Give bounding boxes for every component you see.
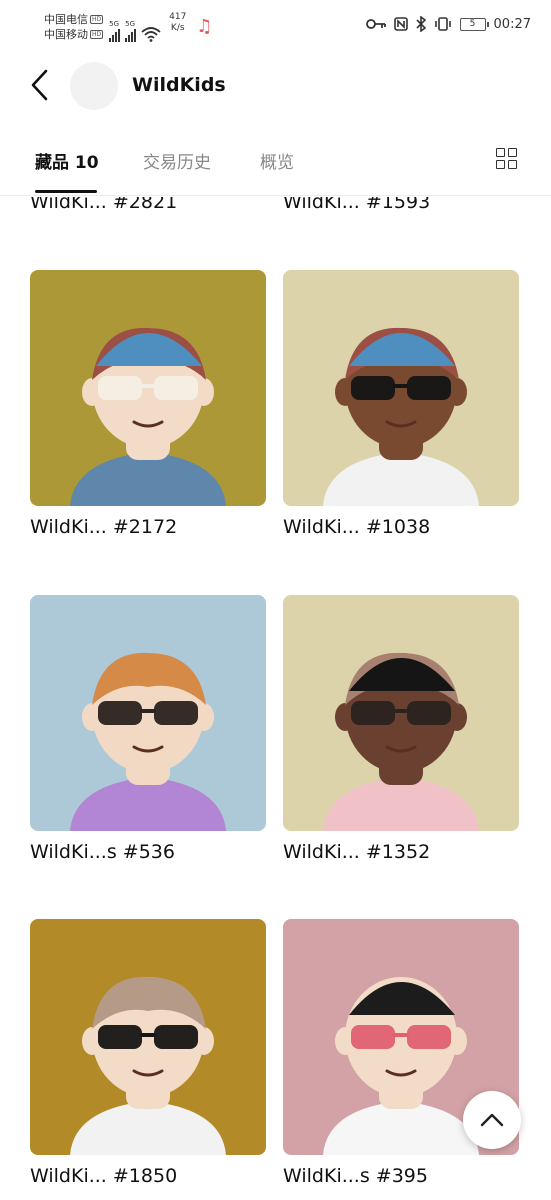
carrier-1: 中国电信 [44, 13, 88, 26]
character-illustration [323, 327, 479, 506]
collection-grid: WildKi... #2821 WildKi... #1593 WildKi..… [0, 197, 551, 1200]
scroll-to-top-button[interactable] [463, 1091, 521, 1149]
tab-collection[interactable]: 藏品 10 [35, 148, 99, 173]
character-illustration [70, 976, 226, 1155]
item-name[interactable]: WildKi... #2821 [30, 197, 177, 213]
item-name[interactable]: WildKi... #1850 [30, 1165, 266, 1187]
item-name[interactable]: WildKi... #1352 [283, 841, 519, 863]
speed-value: 417 [169, 12, 187, 22]
item-name[interactable]: WildKi... #1593 [283, 197, 430, 213]
nft-image[interactable] [283, 595, 519, 831]
hd-badge-1: HD [90, 15, 104, 24]
grid-view-icon[interactable] [496, 148, 518, 170]
nft-card[interactable]: WildKi... #1038 [283, 270, 519, 538]
nft-card[interactable]: WildKi... #1850 [30, 919, 266, 1187]
carrier-info: 中国电信 HD 中国移动 HD [44, 12, 104, 42]
item-name[interactable]: WildKi... #2172 [30, 516, 266, 538]
item-name[interactable]: WildKi...s #395 [283, 1165, 519, 1187]
bluetooth-icon [415, 16, 426, 32]
item-name[interactable]: WildKi...s #536 [30, 841, 266, 863]
chevron-left-icon[interactable] [28, 68, 52, 102]
chevron-up-icon [480, 1113, 504, 1127]
signal-icons: 5G 5G [109, 12, 161, 42]
collection-avatar[interactable] [70, 62, 118, 110]
nft-card[interactable]: WildKi... #1352 [283, 595, 519, 863]
nft-card[interactable]: WildKi... #2172 [30, 270, 266, 538]
signal-strength-icon [109, 28, 121, 42]
nft-image[interactable] [30, 270, 266, 506]
nft-card[interactable]: WildKi...s #536 [30, 595, 266, 863]
active-tab-indicator [35, 190, 97, 193]
carrier-2: 中国移动 [44, 28, 88, 41]
network-type-1: 5G [109, 20, 120, 28]
battery-icon: 5 [459, 17, 489, 31]
character-illustration [323, 652, 479, 831]
tab-overview[interactable]: 概览 [260, 148, 294, 173]
nft-image[interactable] [30, 595, 266, 831]
header: WildKids [0, 56, 551, 116]
tab-bar: 藏品 10 交易历史 概览 [0, 130, 551, 196]
signal-strength-icon [125, 28, 137, 42]
nft-image[interactable] [30, 919, 266, 1155]
vibrate-icon [434, 17, 451, 31]
character-illustration [70, 327, 226, 506]
status-bar: 中国电信 HD 中国移动 HD 5G 5G 417 K/s ♫ 5 00:27 [0, 0, 551, 56]
music-note-icon: ♫ [196, 16, 213, 37]
wifi-icon [141, 27, 161, 42]
network-type-2: 5G [125, 20, 136, 28]
key-icon [365, 19, 386, 29]
character-illustration [70, 652, 226, 831]
speed-unit: K/s [170, 23, 185, 33]
network-speed: 417 K/s [169, 12, 186, 34]
status-bar-right: 5 00:27 [365, 16, 531, 32]
nft-image[interactable] [283, 270, 519, 506]
hd-badge-2: HD [90, 30, 104, 39]
clock: 00:27 [493, 16, 531, 32]
tab-trade-history[interactable]: 交易历史 [143, 148, 211, 173]
status-bar-left: 中国电信 HD 中国移动 HD 5G 5G 417 K/s ♫ [44, 12, 212, 42]
item-name[interactable]: WildKi... #1038 [283, 516, 519, 538]
nfc-icon [393, 17, 408, 31]
page-title: WildKids [132, 74, 226, 96]
